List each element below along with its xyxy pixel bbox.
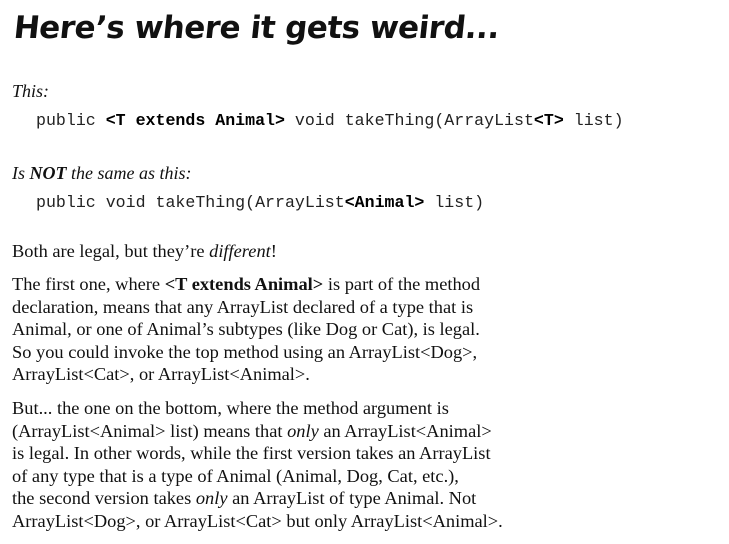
paragraph-line: ArrayList<Cat>, or ArrayList<Animal>. [12,364,310,384]
code-type-parameter: <T extends Animal> [105,111,285,130]
code-line-generic-method: public <T extends Animal> void takeThing… [36,111,624,130]
text-run: an ArrayList<Animal> [318,420,492,441]
page-title: Here’s where it gets weird... [12,10,502,46]
paragraph-bottom-one: But... the one on the bottom, where the … [12,397,572,532]
code-generic-t: <T> [533,111,564,130]
paragraph-line: Animal, or one of Animal’s subtypes (lik… [12,319,480,339]
paragraph-line: The first one, where <T extends Animal> … [12,273,572,296]
code-generic-animal: <Animal> [344,193,425,212]
paragraph-line: So you could invoke the top method using… [12,341,478,362]
label-not-same: Is NOT the same as this: [12,163,192,184]
code-param-list-2: list) [424,193,485,212]
emphasis-type-parameter: <T extends Animal> [164,274,324,294]
text-run: is part of the method [323,274,481,294]
paragraph-line: declaration, means that any ArrayList de… [12,296,474,317]
text-run: ! [270,241,277,261]
paragraph-both-legal: Both are legal, but they’re different! [12,240,572,263]
emphasis-only: only [287,420,319,441]
code-keyword-public: public [36,111,106,130]
text-run: (ArrayList<Animal> list) means that [12,420,288,441]
text-run: the second version takes [12,488,196,508]
text-run: Both are legal, but they’re [12,241,210,261]
label-not-same-prefix: Is [12,163,30,183]
document-page: Here’s where it gets weird... This: publ… [0,0,729,544]
paragraph-line: is legal. In other words, while the firs… [12,443,491,463]
paragraph-line: Both are legal, but they’re different! [12,240,572,263]
label-not-same-suffix: the same as this: [66,163,192,183]
paragraph-line: ArrayList<Dog>, or ArrayList<Cat> but on… [12,510,503,531]
emphasis-only: only [195,488,228,508]
emphasis-different: different [209,241,271,261]
paragraph-line: of any type that is a type of Animal (An… [12,465,459,486]
code-method-signature: void takeThing(ArrayList [284,111,534,130]
text-run: The first one, where [12,274,165,294]
code-param-list: list) [563,111,624,130]
text-run: an ArrayList of type Animal. Not [227,488,477,508]
paragraph-first-one: The first one, where <T extends Animal> … [12,273,572,386]
code-line-animal-method: public void takeThing(ArrayList<Animal> … [36,193,484,212]
code-method-signature-2: public void takeThing(ArrayList [36,193,345,212]
label-this: This: [12,81,50,101]
label-not-emphasis: NOT [29,163,67,183]
paragraph-line: the second version takes only an ArrayLi… [12,487,572,510]
paragraph-line: But... the one on the bottom, where the … [12,398,449,418]
paragraph-line: (ArrayList<Animal> list) means that only… [12,420,572,443]
